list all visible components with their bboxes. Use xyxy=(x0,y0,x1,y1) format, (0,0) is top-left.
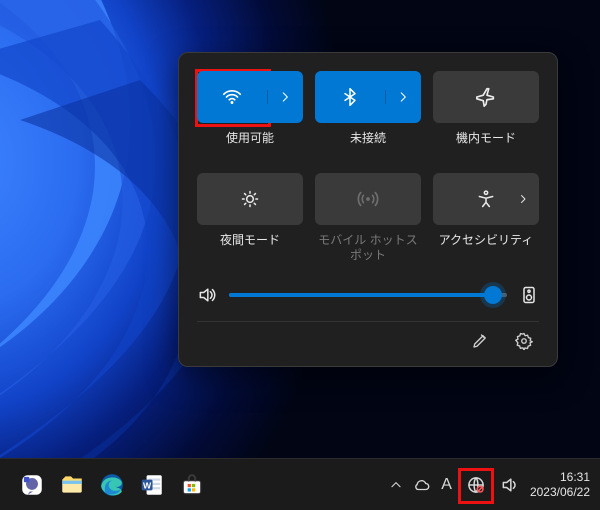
airplane-label: 機内モード xyxy=(456,131,516,161)
bluetooth-toggle-main[interactable] xyxy=(315,87,385,107)
hotspot-label: モバイル ホットスポット xyxy=(315,233,421,263)
airplane-toggle[interactable] xyxy=(433,71,539,123)
taskbar-app-edge[interactable] xyxy=(96,469,128,501)
tile-airplane-wrap: 機内モード xyxy=(433,71,539,161)
chevron-right-icon xyxy=(278,90,292,104)
audio-device-icon xyxy=(519,285,539,305)
tray-network[interactable] xyxy=(462,471,490,499)
edge-icon xyxy=(99,472,125,498)
taskbar-tray: A 16:31 2023/06/22 xyxy=(389,470,590,499)
taskbar-pinned: W xyxy=(16,469,208,501)
tray-ime[interactable]: A xyxy=(441,476,452,494)
panel-footer xyxy=(197,321,539,354)
accessibility-expand[interactable] xyxy=(517,193,529,205)
bluetooth-expand-button[interactable] xyxy=(385,90,421,104)
chevron-right-icon xyxy=(517,193,529,205)
quick-settings-grid: 使用可能 未接続 機内モード 夜 xyxy=(197,71,539,263)
hotspot-toggle[interactable] xyxy=(315,173,421,225)
night-light-icon xyxy=(240,189,260,209)
volume-row xyxy=(197,285,539,305)
wifi-label: 使用可能 xyxy=(226,131,274,161)
tray-onedrive[interactable] xyxy=(413,476,431,494)
wifi-expand-button[interactable] xyxy=(267,90,303,104)
folder-icon xyxy=(59,472,85,498)
speaker-icon xyxy=(500,475,520,495)
night-label: 夜間モード xyxy=(220,233,280,263)
globe-blocked-icon xyxy=(466,475,486,495)
quick-settings-panel: 使用可能 未接続 機内モード 夜 xyxy=(178,52,558,367)
word-icon: W xyxy=(139,472,165,498)
settings-button[interactable] xyxy=(511,328,537,354)
taskbar-app-store[interactable] xyxy=(176,469,208,501)
audio-device-button[interactable] xyxy=(519,285,539,305)
bluetooth-toggle[interactable] xyxy=(315,71,421,123)
hotspot-icon xyxy=(357,188,379,210)
tile-hotspot-wrap: モバイル ホットスポット xyxy=(315,173,421,263)
tray-overflow-button[interactable] xyxy=(389,478,403,492)
store-icon xyxy=(179,472,205,498)
chevron-right-icon xyxy=(396,90,410,104)
edit-quick-settings-button[interactable] xyxy=(467,328,493,354)
tile-accessibility-wrap: アクセシビリティ xyxy=(433,173,539,263)
wifi-toggle[interactable] xyxy=(197,71,303,123)
pencil-icon xyxy=(471,332,489,350)
svg-text:W: W xyxy=(143,480,152,490)
cloud-icon xyxy=(413,476,431,494)
chat-icon xyxy=(19,472,45,498)
tile-bluetooth-wrap: 未接続 xyxy=(315,71,421,161)
accessibility-toggle[interactable] xyxy=(433,173,539,225)
taskbar: W A 16:31 2023/06/22 xyxy=(0,458,600,510)
accessibility-icon xyxy=(476,189,496,209)
wifi-toggle-main[interactable] xyxy=(197,86,267,108)
taskbar-app-chat[interactable] xyxy=(16,469,48,501)
tile-night-wrap: 夜間モード xyxy=(197,173,303,263)
gear-icon xyxy=(515,332,533,350)
chevron-up-icon xyxy=(389,478,403,492)
bluetooth-icon xyxy=(340,87,360,107)
taskbar-app-word[interactable]: W xyxy=(136,469,168,501)
wifi-icon xyxy=(221,86,243,108)
clock-time: 16:31 xyxy=(530,470,590,484)
volume-slider[interactable] xyxy=(229,293,507,297)
clock-date: 2023/06/22 xyxy=(530,485,590,499)
tile-wifi-wrap: 使用可能 xyxy=(197,71,303,161)
bluetooth-label: 未接続 xyxy=(350,131,386,161)
taskbar-clock[interactable]: 16:31 2023/06/22 xyxy=(530,470,590,499)
accessibility-label: アクセシビリティ xyxy=(439,233,534,263)
airplane-icon xyxy=(475,86,497,108)
tray-volume[interactable] xyxy=(500,475,520,495)
taskbar-app-explorer[interactable] xyxy=(56,469,88,501)
night-light-toggle[interactable] xyxy=(197,173,303,225)
speaker-icon xyxy=(197,285,217,305)
